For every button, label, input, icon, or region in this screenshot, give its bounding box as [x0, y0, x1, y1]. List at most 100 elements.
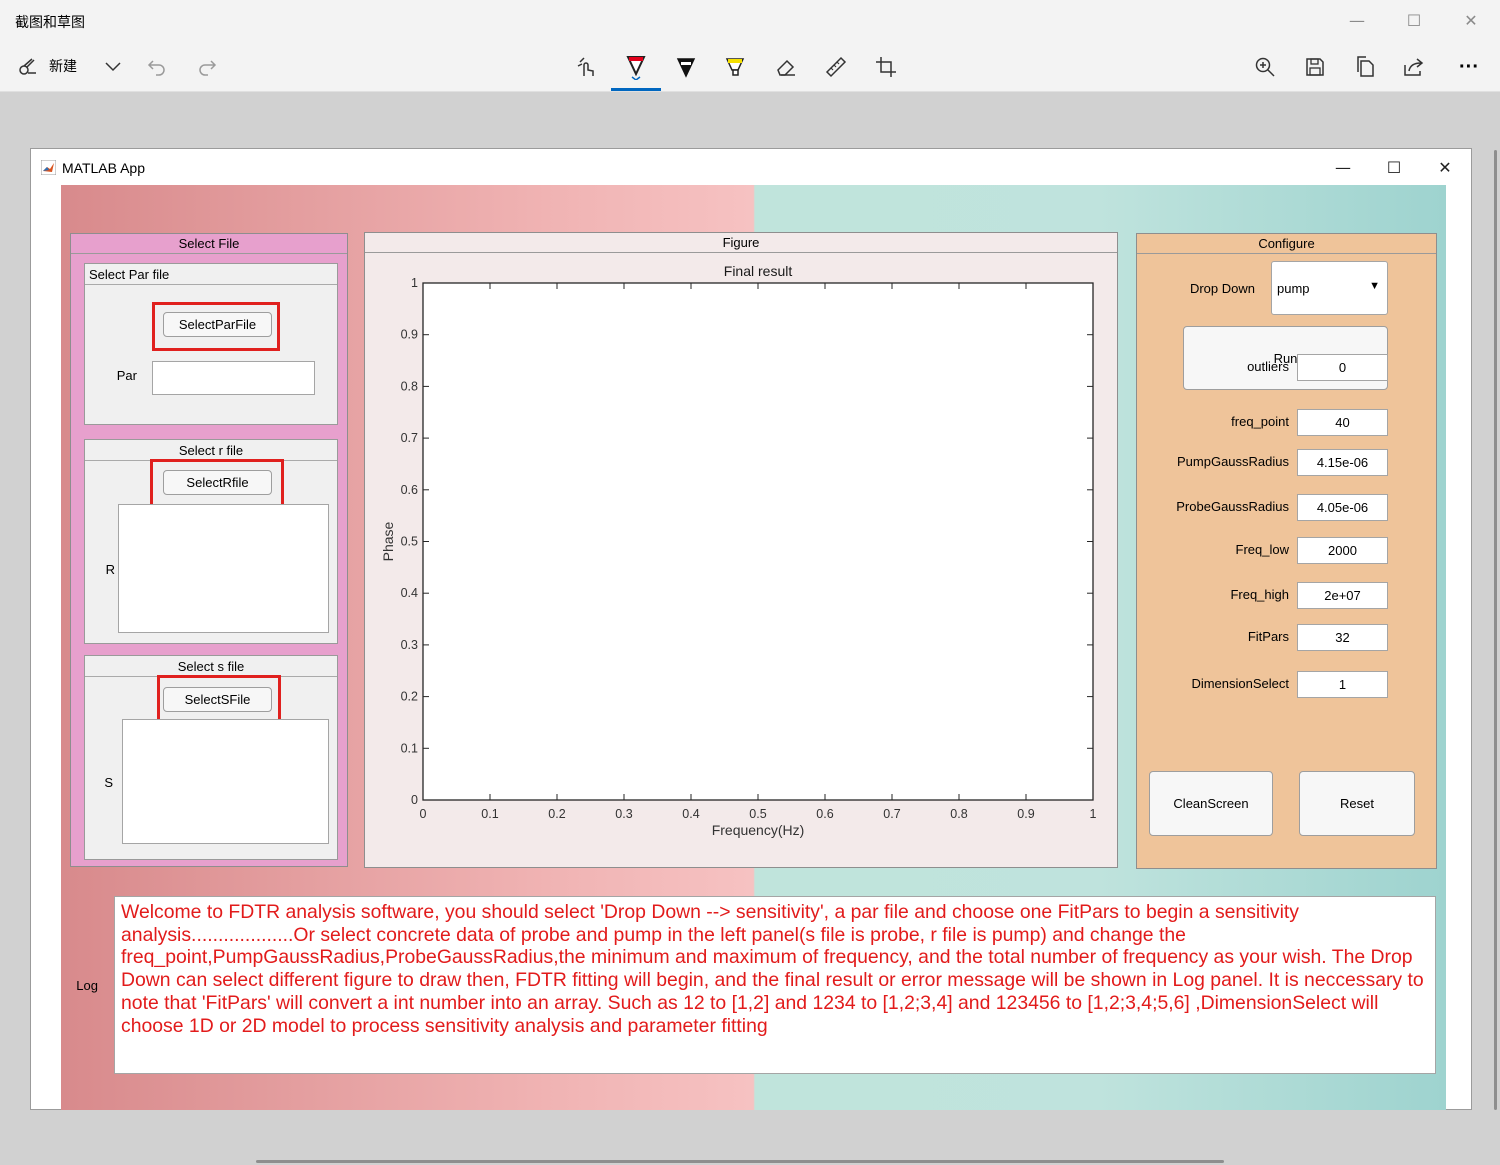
matlab-app-window: MATLAB App — ☐ ✕ Select File Select Par … [30, 148, 1472, 1110]
x-tick-label: 0.4 [682, 807, 699, 821]
matlab-window-title: MATLAB App [62, 160, 146, 176]
y-tick-label: 0.3 [401, 638, 418, 652]
select-par-title: Select Par file [85, 264, 337, 285]
select-file-panel: Select File Select Par file SelectParFil… [70, 233, 348, 867]
x-tick-label: 0.1 [481, 807, 498, 821]
matlab-close-button[interactable]: ✕ [1425, 155, 1465, 181]
matlab-titlebar: MATLAB App — ☐ ✕ [31, 149, 1471, 185]
ruler-icon[interactable] [823, 50, 849, 84]
y-axis-label: Phase [380, 521, 396, 561]
x-tick-label: 0.3 [615, 807, 632, 821]
close-button[interactable]: ✕ [1456, 8, 1486, 34]
highlight-box [152, 302, 280, 351]
more-icon[interactable]: ··· [1454, 50, 1484, 84]
configure-title: Configure [1137, 234, 1436, 254]
config-field-probegaussradius[interactable]: 4.05e-06 [1297, 494, 1388, 521]
x-tick-label: 0.8 [950, 807, 967, 821]
vertical-scrollbar[interactable] [1494, 150, 1497, 1110]
config-label-outliers: outliers [1247, 359, 1289, 374]
touch-writing-icon[interactable] [574, 50, 600, 84]
clean-screen-button[interactable]: CleanScreen [1149, 771, 1273, 836]
active-tool-indicator [611, 88, 661, 91]
y-tick-label: 1 [411, 276, 418, 290]
ballpoint-pen-icon[interactable] [622, 50, 650, 84]
x-tick-label: 0 [420, 807, 427, 821]
dropdown-value: pump [1277, 281, 1310, 296]
config-field-outliers[interactable]: 0 [1297, 354, 1388, 381]
select-r-subpanel: Select r file SelectRfile R [84, 439, 338, 644]
select-r-title: Select r file [85, 440, 337, 461]
r-data-textarea[interactable] [118, 504, 329, 633]
configure-panel: Configure Drop Down pump ▼ Run outliers 0… [1136, 233, 1437, 869]
plot-area [422, 282, 1094, 801]
y-tick-label: 0.6 [401, 483, 418, 497]
chevron-down-icon: ▼ [1369, 280, 1380, 292]
select-s-subpanel: Select s file SelectSFile S [84, 655, 338, 860]
app-canvas: Select File Select Par file SelectParFil… [61, 185, 1446, 1110]
matlab-logo-icon [41, 160, 56, 175]
x-tick-label: 0.7 [883, 807, 900, 821]
chart-title: Final result [724, 263, 793, 279]
new-snip-button[interactable]: 新建 [49, 56, 77, 76]
matlab-minimize-button[interactable]: — [1323, 155, 1363, 181]
zoom-icon[interactable] [1252, 50, 1278, 84]
select-par-subpanel: Select Par file SelectParFile Par [84, 263, 338, 425]
r-label: R [105, 562, 115, 577]
par-field[interactable] [152, 361, 315, 395]
save-icon[interactable] [1302, 50, 1328, 84]
y-tick-label: 0.1 [401, 741, 418, 755]
y-tick-label: 0.9 [401, 328, 418, 342]
crop-icon[interactable] [873, 50, 899, 84]
par-label: Par [116, 368, 137, 383]
select-file-title: Select File [71, 234, 347, 254]
config-field-pumpgaussradius[interactable]: 4.15e-06 [1297, 449, 1388, 476]
undo-icon[interactable] [145, 50, 169, 84]
eraser-icon[interactable] [773, 50, 799, 84]
minimize-button[interactable]: — [1342, 8, 1372, 34]
log-label: Log [76, 978, 98, 993]
copy-icon[interactable] [1352, 50, 1378, 84]
dropdown-label: Drop Down [1189, 281, 1255, 296]
horizontal-scrollbar[interactable] [256, 1160, 1224, 1163]
config-label-probegaussradius: ProbeGaussRadius [1176, 499, 1289, 514]
y-tick-label: 0.8 [401, 379, 418, 393]
config-label-freq_low: Freq_low [1235, 542, 1289, 557]
pencil-icon[interactable] [673, 50, 699, 84]
snip-toolbar: 新建 ··· [0, 42, 1500, 92]
config-field-freq_point[interactable]: 40 [1297, 409, 1388, 436]
config-label-dimensionselect: DimensionSelect [1191, 676, 1289, 691]
x-tick-label: 0.2 [548, 807, 565, 821]
config-field-freq_low[interactable]: 2000 [1297, 537, 1388, 564]
share-icon[interactable] [1401, 50, 1427, 84]
redo-icon[interactable] [195, 50, 219, 84]
y-tick-label: 0.2 [401, 690, 418, 704]
config-field-fitpars[interactable]: 32 [1297, 624, 1388, 651]
config-field-dimensionselect[interactable]: 1 [1297, 671, 1388, 698]
chevron-down-icon[interactable] [101, 50, 125, 84]
log-textarea[interactable]: Welcome to FDTR analysis software, you s… [114, 896, 1436, 1074]
snip-titlebar: 截图和草图 — ☐ ✕ [0, 0, 1500, 42]
x-tick-label: 1 [1090, 807, 1097, 821]
s-label: S [104, 775, 113, 790]
y-tick-label: 0.7 [401, 431, 418, 445]
x-axis-label: Frequency(Hz) [712, 822, 805, 838]
config-label-freq_high: Freq_high [1230, 587, 1289, 602]
highlighter-icon[interactable] [722, 50, 748, 84]
maximize-button[interactable]: ☐ [1399, 8, 1429, 34]
figure-title: Figure [365, 233, 1117, 253]
final-result-chart[interactable]: Final result 0 0.1 0.2 0.3 0.4 0.5 0.6 0.7 0.8 0.9… [365, 254, 1117, 866]
matlab-maximize-button[interactable]: ☐ [1374, 155, 1414, 181]
y-tick-label: 0 [411, 793, 418, 807]
reset-button[interactable]: Reset [1299, 771, 1415, 836]
figure-dropdown[interactable]: pump ▼ [1271, 261, 1388, 315]
x-tick-label: 0.9 [1017, 807, 1034, 821]
config-field-freq_high[interactable]: 2e+07 [1297, 582, 1388, 609]
highlight-box [150, 459, 284, 508]
s-data-textarea[interactable] [122, 719, 329, 844]
new-snip-icon[interactable] [14, 50, 40, 84]
config-label-pumpgaussradius: PumpGaussRadius [1177, 454, 1289, 469]
x-tick-label: 0.5 [749, 807, 766, 821]
y-tick-label: 0.4 [401, 586, 418, 600]
x-tick-label: 0.6 [816, 807, 833, 821]
config-label-fitpars: FitPars [1247, 629, 1289, 644]
